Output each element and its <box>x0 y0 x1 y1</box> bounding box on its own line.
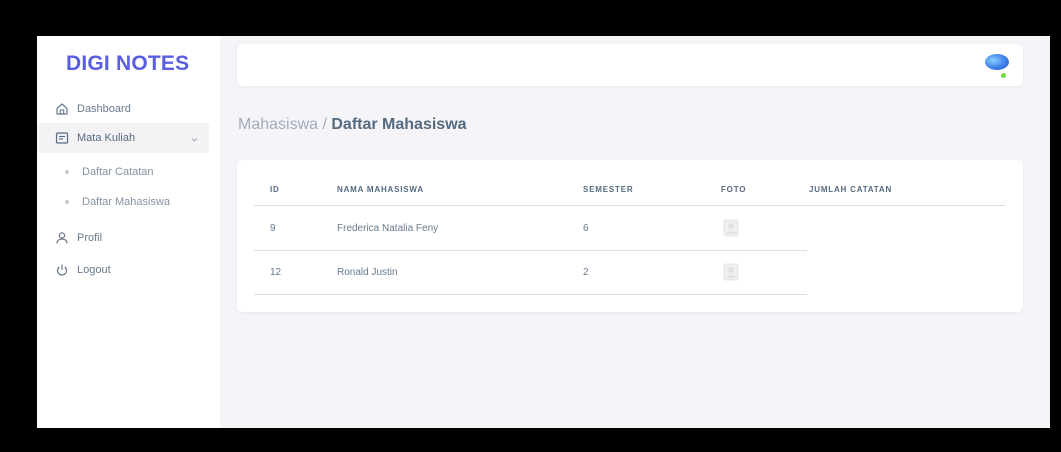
sidebar-item-label: Profil <box>77 232 103 244</box>
column-header-foto: FOTO <box>721 185 747 194</box>
app-screen: DIGI NOTES Dashboard Mata Kuliah Daftar … <box>37 36 1050 428</box>
student-photo <box>721 218 741 238</box>
cell-nama: Ronald Justin <box>337 267 398 278</box>
sidebar-subitem-daftar-mahasiswa[interactable]: Daftar Mahasiswa <box>37 190 209 214</box>
column-header-jumlah-catatan: JUMLAH CATATAN <box>809 185 893 194</box>
row-divider <box>254 294 807 295</box>
sidebar-item-label: Dashboard <box>77 103 131 115</box>
row-divider <box>254 250 807 251</box>
cell-id: 12 <box>270 267 282 278</box>
column-header-nama: NAMA MAHASISWA <box>337 185 424 194</box>
sidebar-item-label: Daftar Mahasiswa <box>82 196 171 208</box>
sidebar-item-label: Mata Kuliah <box>77 132 136 144</box>
sidebar-item-profil[interactable]: Profil <box>37 223 209 253</box>
home-icon <box>55 102 69 116</box>
student-photo <box>721 262 741 282</box>
sidebar-subitem-daftar-catatan[interactable]: Daftar Catatan <box>37 160 209 184</box>
bullet-icon <box>65 170 69 174</box>
user-icon <box>55 231 69 245</box>
online-status-dot <box>1001 73 1006 78</box>
brand-logo[interactable]: DIGI NOTES <box>66 52 189 76</box>
sidebar-item-label: Logout <box>77 264 111 276</box>
breadcrumb: Mahasiswa / Daftar Mahasiswa <box>238 116 467 134</box>
bullet-icon <box>65 200 69 204</box>
power-icon <box>55 263 69 277</box>
mahasiswa-table-card: ID NAMA MAHASISWA SEMESTER FOTO JUMLAH C… <box>237 160 1023 312</box>
avatar[interactable] <box>985 54 1009 70</box>
sidebar-item-mata-kuliah[interactable]: Mata Kuliah <box>37 123 209 153</box>
sidebar-item-logout[interactable]: Logout <box>37 255 209 285</box>
cell-semester: 6 <box>583 223 589 234</box>
cell-semester: 2 <box>583 267 589 278</box>
sidebar-item-label: Daftar Catatan <box>82 166 154 178</box>
column-header-semester: SEMESTER <box>583 185 634 194</box>
sidebar: DIGI NOTES Dashboard Mata Kuliah Daftar … <box>37 36 220 428</box>
page-title: Daftar Mahasiswa <box>331 116 467 133</box>
cell-id: 9 <box>270 223 276 234</box>
cell-nama: Frederica Natalia Feny <box>337 223 439 234</box>
header-divider <box>254 205 1005 206</box>
breadcrumb-separator: / <box>318 116 332 133</box>
top-navbar <box>237 44 1023 86</box>
layout-icon <box>55 131 69 145</box>
sidebar-item-dashboard[interactable]: Dashboard <box>37 94 209 124</box>
column-header-id: ID <box>270 185 280 194</box>
breadcrumb-parent: Mahasiswa <box>238 116 319 133</box>
chevron-down-icon <box>190 131 199 149</box>
